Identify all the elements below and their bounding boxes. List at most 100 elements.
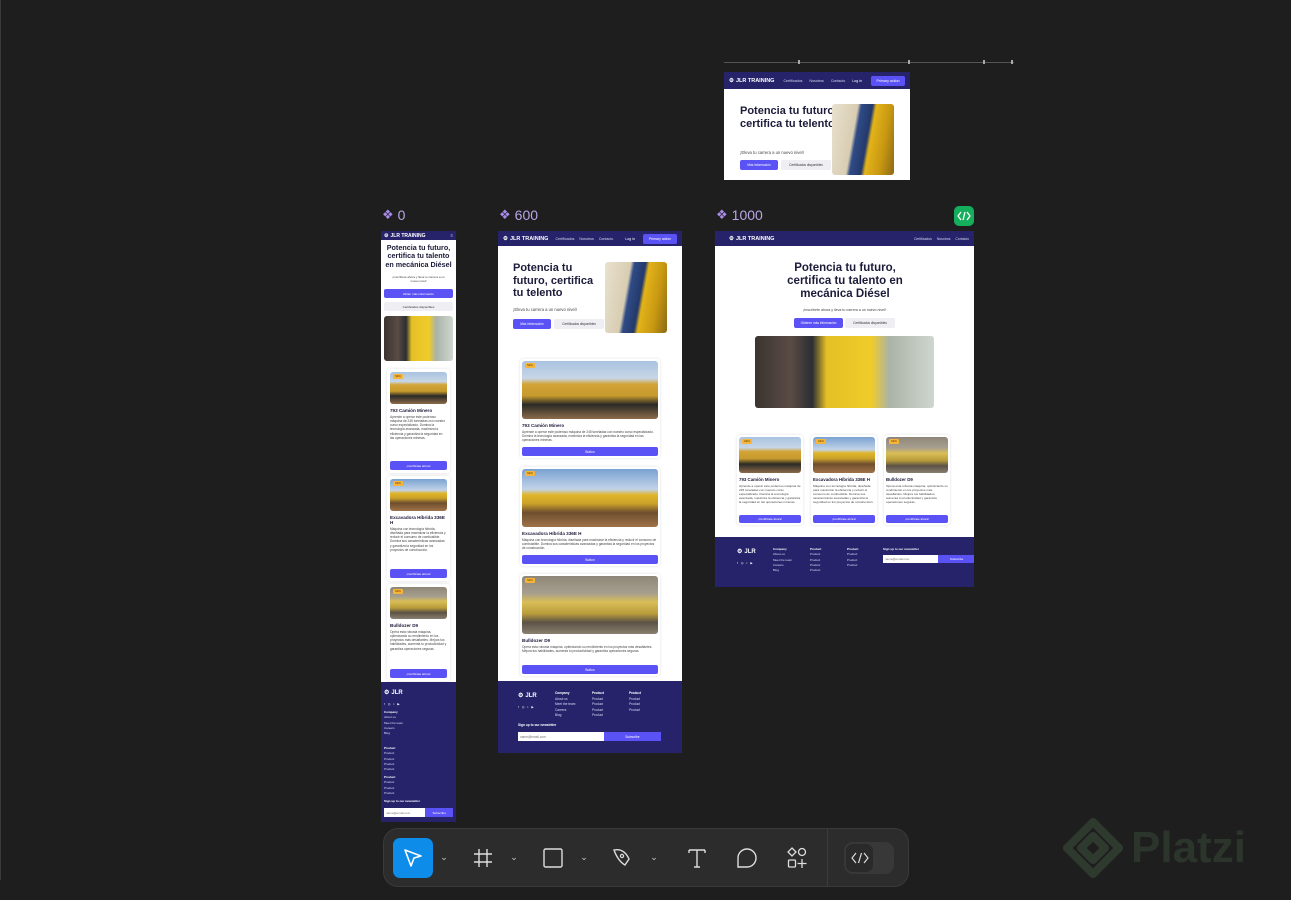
footer-link[interactable]: Product xyxy=(592,702,604,708)
subscribe-button[interactable]: Subscribe xyxy=(938,555,974,563)
footer-link[interactable]: Product xyxy=(847,552,858,557)
certify-button[interactable]: ¡Certifícate ahora! xyxy=(390,669,447,678)
footer-link[interactable]: Product xyxy=(384,780,395,785)
ruler-handle[interactable] xyxy=(983,60,985,64)
certificates-button[interactable]: Certificados disponibles xyxy=(384,302,453,311)
certificates-button[interactable]: Certificados disponibles xyxy=(554,319,604,329)
certify-button[interactable]: ¡Certifícate ahora! xyxy=(886,515,948,523)
facebook-icon[interactable]: f xyxy=(737,561,738,565)
certify-button[interactable]: Button xyxy=(522,447,658,456)
footer-link[interactable]: Product xyxy=(384,751,395,756)
subscribe-button[interactable]: Subscribe xyxy=(425,808,453,817)
rectangle-tool-button[interactable] xyxy=(533,838,573,878)
footer-link[interactable]: Product xyxy=(384,786,395,791)
youtube-icon[interactable]: ▶ xyxy=(750,561,752,565)
nav-link-certificados[interactable]: Certificados xyxy=(914,237,932,241)
footer-link[interactable]: Meet the team xyxy=(384,721,403,726)
frame-label-600[interactable]: ❖ 600 xyxy=(499,207,538,223)
move-tool-button[interactable] xyxy=(393,837,433,878)
more-info-button[interactable]: Más información xyxy=(740,160,778,170)
login-link[interactable]: Log in xyxy=(625,237,635,241)
footer-link[interactable]: Product xyxy=(810,558,821,563)
certify-button[interactable]: Button xyxy=(522,665,658,674)
ruler-handle[interactable] xyxy=(908,60,910,64)
frame-mobile-0[interactable]: ⚙ JLR TRAINING ≡ Potencia tu futuro, cert… xyxy=(381,231,456,822)
footer-link[interactable]: Meet the team xyxy=(555,702,575,708)
footer-logo[interactable]: ⚙ JLR xyxy=(737,548,756,556)
code-icon[interactable] xyxy=(954,206,974,226)
frame-desktop-1000[interactable]: ⚙ JLR TRAINING Certificados Nosotros Cont… xyxy=(715,231,974,587)
ruler-handle[interactable] xyxy=(798,60,800,64)
more-info-button[interactable]: Obtén más información xyxy=(384,289,453,298)
certify-button[interactable]: Button xyxy=(522,555,658,564)
footer-link[interactable]: Product xyxy=(810,568,821,573)
actions-tool-button[interactable] xyxy=(777,838,817,878)
nav-link-nosotros[interactable]: Nosotros xyxy=(579,237,593,241)
comment-tool-button[interactable] xyxy=(727,838,767,878)
email-input[interactable] xyxy=(883,555,939,563)
footer-logo[interactable]: ⚙ JLR xyxy=(518,692,537,700)
footer-link[interactable]: Blog xyxy=(384,731,403,736)
nav-link-certificados[interactable]: Certificados xyxy=(555,237,574,241)
dev-mode-toggle[interactable] xyxy=(844,841,894,874)
login-link[interactable]: Log in xyxy=(852,79,862,83)
twitter-icon[interactable]: t xyxy=(527,705,528,709)
nav-link-contacto[interactable]: Contacto xyxy=(599,237,613,241)
nav-link-certificados[interactable]: Certificados xyxy=(783,79,802,83)
frame-label-1000[interactable]: ❖ 1000 xyxy=(716,207,763,223)
logo[interactable]: ⚙ JLR TRAINING xyxy=(384,233,425,239)
breakpoint-ruler[interactable] xyxy=(724,60,1014,64)
youtube-icon[interactable]: ▶ xyxy=(531,705,533,709)
footer-link[interactable]: Meet the team xyxy=(773,558,792,563)
pen-tool-button[interactable] xyxy=(603,838,643,878)
nav-link-contacto[interactable]: Contacto xyxy=(831,79,845,83)
footer-link[interactable]: Product xyxy=(384,791,395,796)
chevron-down-icon[interactable]: ⌄ xyxy=(643,852,665,863)
instagram-icon[interactable]: ◎ xyxy=(741,561,744,565)
youtube-icon[interactable]: ▶ xyxy=(397,702,399,706)
footer-link[interactable]: Product xyxy=(384,767,395,772)
logo[interactable]: ⚙ JLR TRAINING xyxy=(729,236,774,242)
email-input[interactable] xyxy=(518,732,604,741)
text-tool-button[interactable] xyxy=(677,838,717,878)
footer-link[interactable]: Blog xyxy=(773,568,792,573)
frame-tablet-600[interactable]: ⚙ JLR TRAINING Certificados Nosotros Cont… xyxy=(498,231,682,753)
chevron-down-icon[interactable]: ⌄ xyxy=(503,852,525,863)
frame-top-preview[interactable]: ⚙ JLR TRAINING Certificados Nosotros Cont… xyxy=(724,72,910,180)
footer-logo[interactable]: ⚙ JLR xyxy=(384,689,403,697)
nav-link-nosotros[interactable]: Nosotros xyxy=(809,79,823,83)
ruler-handle[interactable] xyxy=(1011,60,1013,64)
menu-icon[interactable]: ≡ xyxy=(451,233,453,238)
frame-tool-button[interactable] xyxy=(463,838,503,878)
footer-link[interactable]: Blog xyxy=(555,713,575,719)
certify-button[interactable]: ¡Certifícate ahora! xyxy=(390,569,447,578)
certify-button[interactable]: ¡Certifícate ahora! xyxy=(813,515,875,523)
subscribe-button[interactable]: Subscribe xyxy=(603,732,661,741)
facebook-icon[interactable]: f xyxy=(384,702,385,706)
footer-link[interactable]: Product xyxy=(847,558,858,563)
facebook-icon[interactable]: f xyxy=(518,705,519,709)
more-info-button[interactable]: Obtener más información xyxy=(794,318,843,328)
primary-action-button[interactable]: Primary action xyxy=(871,75,905,86)
chevron-down-icon[interactable]: ⌄ xyxy=(573,852,595,863)
footer-link[interactable]: Product xyxy=(629,708,641,714)
instagram-icon[interactable]: ◎ xyxy=(522,705,525,709)
chevron-down-icon[interactable]: ⌄ xyxy=(433,852,455,863)
nav-link-contacto[interactable]: Contacto xyxy=(955,237,969,241)
logo[interactable]: ⚙ JLR TRAINING xyxy=(729,78,774,84)
footer-link[interactable]: Product xyxy=(629,702,641,708)
more-info-button[interactable]: Más información xyxy=(513,319,551,329)
twitter-icon[interactable]: t xyxy=(393,702,394,706)
logo[interactable]: ⚙ JLR TRAINING xyxy=(503,236,548,242)
certify-button[interactable]: ¡Certifícate ahora! xyxy=(390,461,447,470)
primary-action-button[interactable]: Primary action xyxy=(643,233,677,244)
frame-label-0[interactable]: ❖ 0 xyxy=(382,207,405,223)
footer-link[interactable]: Product xyxy=(384,757,395,762)
certificates-button[interactable]: Certificados disponibles xyxy=(845,318,895,328)
footer-link[interactable]: Product xyxy=(847,563,858,568)
instagram-icon[interactable]: ◎ xyxy=(388,702,391,706)
certify-button[interactable]: ¡Certifícate ahora! xyxy=(739,515,801,523)
footer-link[interactable]: Product xyxy=(592,713,604,719)
certificates-button[interactable]: Certificados disponibles xyxy=(781,160,831,170)
footer-link[interactable]: Product xyxy=(810,552,821,557)
